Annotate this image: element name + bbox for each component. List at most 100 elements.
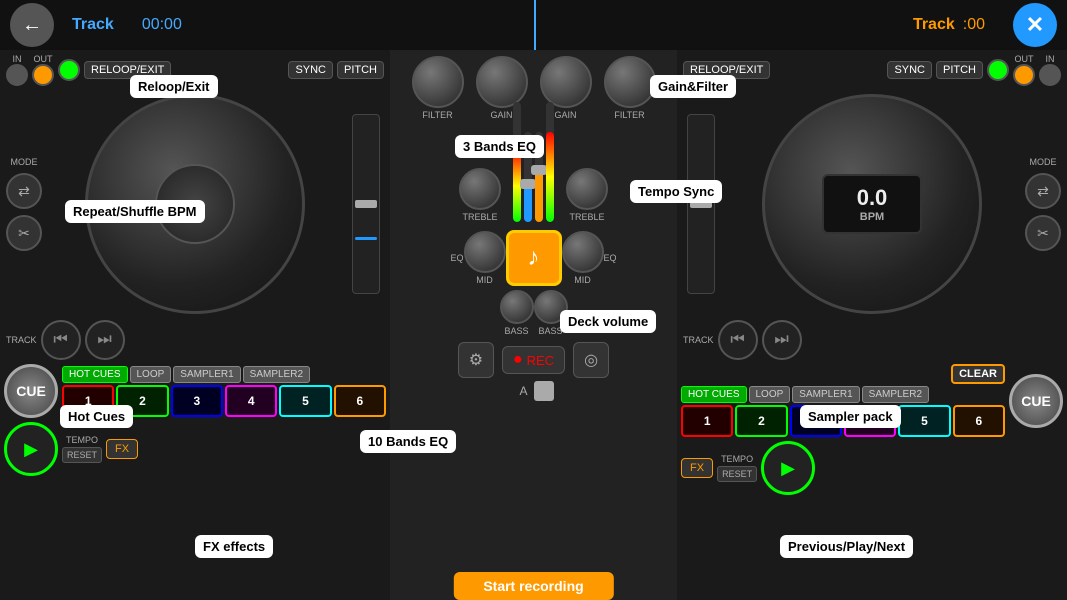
right-prev-btn[interactable]: ⏮ xyxy=(718,320,758,360)
right-tab-loop[interactable]: LOOP xyxy=(749,386,791,403)
rec-dot: ● xyxy=(513,351,523,369)
mid-row: EQ MID ♪ MID EQ xyxy=(444,228,622,288)
right-fx-btn[interactable]: FX xyxy=(681,458,713,478)
back-button[interactable]: ← xyxy=(10,3,54,47)
left-mode-btn2[interactable]: ✂ xyxy=(6,215,42,251)
right-reset-btn[interactable]: RESET xyxy=(717,466,757,482)
right-hc-6[interactable]: 6 xyxy=(953,405,1005,437)
start-recording-btn[interactable]: Start recording xyxy=(453,572,613,600)
left-tab-hotcues[interactable]: HOT CUES xyxy=(62,366,128,383)
right-hc-2[interactable]: 2 xyxy=(735,405,787,437)
left-tab-sampler1[interactable]: SAMPLER1 xyxy=(173,366,240,383)
left-in-btn[interactable] xyxy=(6,64,28,86)
left-pitch-btn[interactable]: PITCH xyxy=(337,61,384,79)
left-tab-sampler2[interactable]: SAMPLER2 xyxy=(243,366,310,383)
right-reloop-btn[interactable]: RELOOP/EXIT xyxy=(683,61,770,79)
right-tab-sampler1[interactable]: SAMPLER1 xyxy=(792,386,859,403)
right-bottom-row: FX TEMPO RESET ▶ xyxy=(677,439,1067,497)
left-pitch-slider[interactable] xyxy=(352,114,380,294)
treble-left-label: TREBLE xyxy=(462,212,497,222)
left-reloop-btn[interactable]: RELOOP/EXIT xyxy=(84,61,171,79)
left-hc-6[interactable]: 6 xyxy=(334,385,386,417)
left-mode-btn1[interactable]: ⇄ xyxy=(6,173,42,209)
right-hc-4[interactable]: 4 xyxy=(844,405,896,437)
treble-left-knob[interactable] xyxy=(459,168,501,210)
fader-right-fill xyxy=(535,168,543,222)
knob-filter-left: FILTER xyxy=(412,56,464,120)
left-jog-area: MODE ⇄ ✂ xyxy=(0,90,390,318)
bass-right-knob[interactable] xyxy=(534,290,568,324)
right-pitch-btn[interactable]: PITCH xyxy=(936,61,983,79)
left-tab-loop[interactable]: LOOP xyxy=(130,366,172,383)
right-mode-btn2[interactable]: ✂ xyxy=(1025,215,1061,251)
left-prev-btn[interactable]: ⏮ xyxy=(41,320,81,360)
left-bottom-row: ▶ TEMPO RESET FX xyxy=(0,420,390,478)
right-tab-hotcues[interactable]: HOT CUES xyxy=(681,386,747,403)
bass-left-knob[interactable] xyxy=(500,290,534,324)
bass-left-label: BASS xyxy=(504,326,528,336)
left-hc-3[interactable]: 3 xyxy=(171,385,223,417)
left-signal-btn[interactable] xyxy=(58,59,80,81)
left-hotcue-row: CUE HOT CUES LOOP SAMPLER1 SAMPLER2 1 2 … xyxy=(0,362,390,420)
left-hc-2[interactable]: 2 xyxy=(116,385,168,417)
right-out-btn[interactable] xyxy=(1013,64,1035,86)
sampler-btn[interactable]: ♪ xyxy=(506,230,562,286)
filter-right-label: FILTER xyxy=(614,110,644,120)
knob-mid-left: MID xyxy=(464,231,506,285)
left-mode-col: MODE ⇄ ✂ xyxy=(6,157,42,251)
right-jog-wheel[interactable]: 0.0 BPM xyxy=(762,94,982,314)
fader-right-handle xyxy=(531,165,547,175)
left-jog-wheel[interactable] xyxy=(85,94,305,314)
left-hc-5[interactable]: 5 xyxy=(279,385,331,417)
right-hotcue-section: CLEAR HOT CUES LOOP SAMPLER1 SAMPLER2 1 … xyxy=(681,364,1005,437)
left-hc-1[interactable]: 1 xyxy=(62,385,114,417)
filter-right-knob[interactable] xyxy=(604,56,656,108)
right-hc-3[interactable]: 3 xyxy=(790,405,842,437)
left-out-btn[interactable] xyxy=(32,64,54,86)
close-button[interactable]: ✕ xyxy=(1013,3,1057,47)
left-reset-btn[interactable]: RESET xyxy=(62,447,102,463)
filter-left-knob[interactable] xyxy=(412,56,464,108)
treble-right-knob[interactable] xyxy=(566,168,608,210)
right-tab-sampler2[interactable]: SAMPLER2 xyxy=(862,386,929,403)
left-sync-btn[interactable]: SYNC xyxy=(288,61,333,79)
gain-right-knob[interactable] xyxy=(540,56,592,108)
fader-left-track[interactable] xyxy=(524,132,532,222)
right-hc-1[interactable]: 1 xyxy=(681,405,733,437)
mixer: FILTER GAIN GAIN FILTER TREBLE xyxy=(390,50,677,600)
right-hc-5[interactable]: 5 xyxy=(898,405,950,437)
left-fx-btn[interactable]: FX xyxy=(106,439,138,459)
right-signal-btn[interactable] xyxy=(987,59,1009,81)
clear-btn[interactable]: CLEAR xyxy=(951,364,1005,384)
right-pitch-slider[interactable] xyxy=(687,114,715,294)
mid-left-knob[interactable] xyxy=(464,231,506,273)
mid-left-label: MID xyxy=(476,275,493,285)
right-play-btn[interactable]: ▶ xyxy=(761,441,815,495)
vu-right-fill xyxy=(546,132,554,222)
mid-right-knob[interactable] xyxy=(562,231,604,273)
right-clear-row: CLEAR xyxy=(681,364,1005,384)
left-hc-4[interactable]: 4 xyxy=(225,385,277,417)
right-pitch-area xyxy=(683,114,719,294)
target-icon-btn[interactable]: ◎ xyxy=(573,342,609,378)
eq-icon-btn[interactable]: ⚙ xyxy=(458,342,494,378)
rec-btn[interactable]: ● REC xyxy=(502,346,565,374)
right-in-label: IN xyxy=(1046,54,1055,64)
fader-right-track[interactable] xyxy=(535,132,543,222)
right-mode-btn1[interactable]: ⇄ xyxy=(1025,173,1061,209)
right-track-controls: TRACK ⏮ ⏭ xyxy=(677,318,1067,362)
right-sync-btn[interactable]: SYNC xyxy=(887,61,932,79)
right-in-btn[interactable] xyxy=(1039,64,1061,86)
rec-label: REC xyxy=(527,353,554,368)
left-cue-btn[interactable]: CUE xyxy=(4,364,58,418)
left-next-btn[interactable]: ⏭ xyxy=(85,320,125,360)
right-next-btn[interactable]: ⏭ xyxy=(762,320,802,360)
crossfader-handle xyxy=(534,381,554,401)
gain-left-knob[interactable] xyxy=(476,56,528,108)
mixer-top-knobs: FILTER GAIN GAIN FILTER xyxy=(404,50,664,126)
cf-a-label: A xyxy=(519,384,527,398)
right-jog-area: 0.0 BPM MODE ⇄ ✂ xyxy=(677,90,1067,318)
left-out-label: OUT xyxy=(34,54,53,64)
left-play-btn[interactable]: ▶ xyxy=(4,422,58,476)
right-cue-btn[interactable]: CUE xyxy=(1009,374,1063,428)
